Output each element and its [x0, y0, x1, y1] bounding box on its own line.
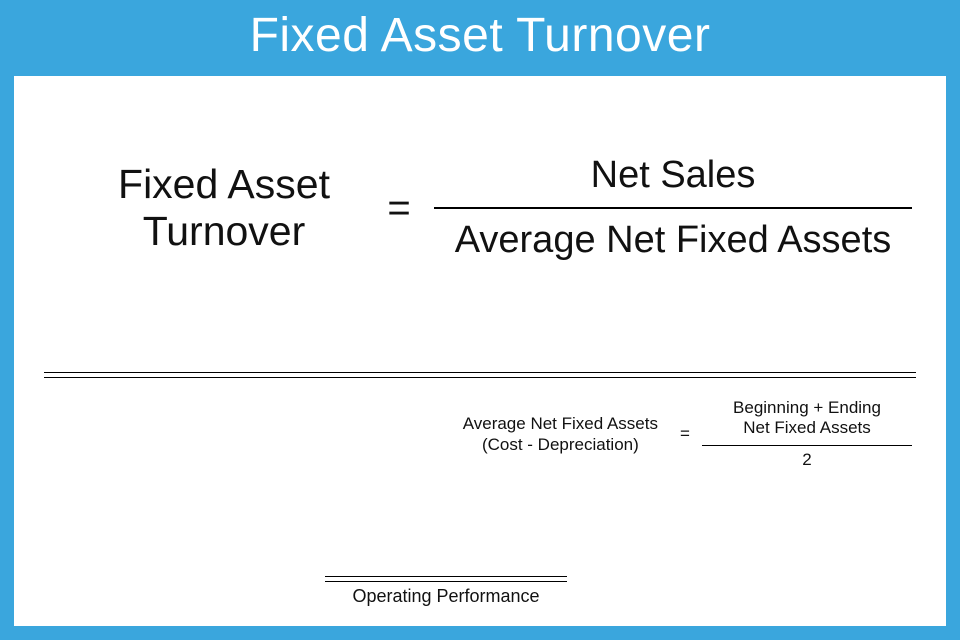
content-card: Fixed Asset Turnover = Net Sales Average… [14, 76, 946, 626]
divider-line [44, 377, 916, 378]
sub-num-line1: Beginning + Ending [702, 398, 912, 418]
divider-line [44, 372, 916, 373]
sub-numerator: Beginning + Ending Net Fixed Assets [702, 398, 912, 443]
equals-sign: = [364, 186, 434, 231]
sub-formula: Average Net Fixed Assets (Cost - Depreci… [14, 398, 912, 470]
main-denominator: Average Net Fixed Assets [434, 215, 912, 262]
fraction-bar [702, 445, 912, 446]
sub-lhs-line2: (Cost - Depreciation) [463, 434, 658, 455]
main-formula-lhs: Fixed Asset Turnover [84, 161, 364, 255]
fraction-bar [434, 207, 912, 209]
lhs-line2: Turnover [84, 208, 364, 255]
lhs-line1: Fixed Asset [84, 161, 364, 208]
sub-formula-lhs: Average Net Fixed Assets (Cost - Depreci… [463, 413, 668, 456]
main-formula-fraction: Net Sales Average Net Fixed Assets [434, 154, 912, 262]
sub-formula-fraction: Beginning + Ending Net Fixed Assets 2 [702, 398, 912, 470]
main-formula: Fixed Asset Turnover = Net Sales Average… [84, 154, 912, 262]
sub-num-line2: Net Fixed Assets [702, 418, 912, 438]
page-title: Fixed Asset Turnover [0, 8, 960, 63]
equals-sign: = [668, 424, 702, 444]
sub-lhs-line1: Average Net Fixed Assets [463, 413, 658, 434]
main-numerator: Net Sales [434, 154, 912, 205]
footer-divider [325, 581, 567, 582]
footer-divider [325, 576, 567, 577]
sub-denominator: 2 [702, 448, 912, 470]
footer-label: Operating Performance [325, 586, 567, 607]
